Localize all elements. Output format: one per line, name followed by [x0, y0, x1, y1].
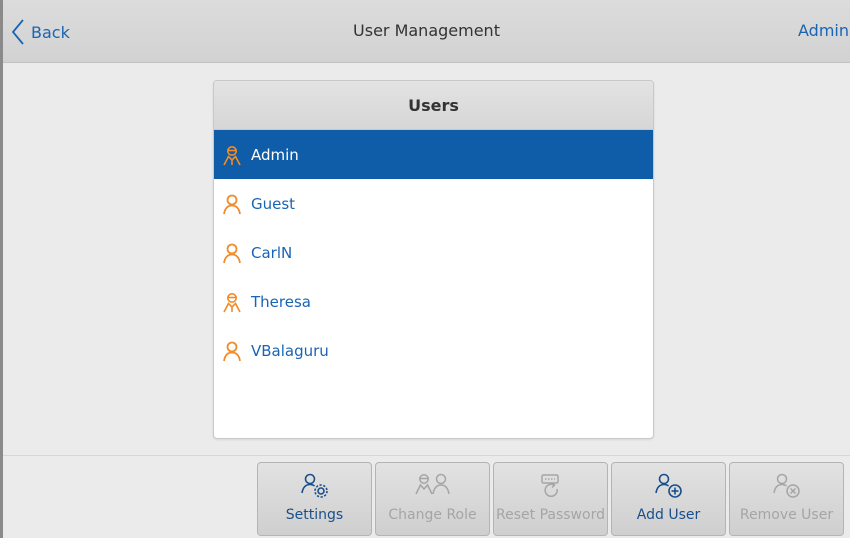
remove-user-label: Remove User: [739, 507, 834, 523]
user-icon: [221, 242, 243, 264]
settings-button[interactable]: Settings: [257, 462, 372, 536]
page-title: User Management: [353, 21, 500, 40]
user-icon: [221, 193, 243, 215]
reset-password-icon: [537, 471, 565, 501]
header-bar: Back User Management Admin: [3, 0, 850, 63]
footer-divider: [3, 455, 850, 456]
change-role-label: Change Role: [388, 507, 477, 523]
user-name: CarlN: [251, 243, 293, 262]
settings-label: Settings: [285, 507, 344, 523]
remove-user-icon: [772, 471, 802, 501]
add-user-icon: [654, 471, 684, 501]
reset-password-button[interactable]: Reset Password: [493, 462, 608, 536]
remove-user-button[interactable]: Remove User: [729, 462, 844, 536]
user-name: Admin: [251, 145, 299, 164]
toolbar: Settings Change Role Reset Password Add …: [257, 462, 844, 536]
user-name: VBalaguru: [251, 341, 329, 360]
add-user-label: Add User: [636, 507, 701, 523]
admin-user-icon: [221, 291, 243, 313]
window-frame-edge: [0, 0, 3, 538]
user-settings-icon: [300, 471, 330, 501]
users-panel: Users Admin Guest CarlN Theresa VBalagur…: [213, 80, 654, 439]
user-row-carln[interactable]: CarlN: [214, 228, 653, 277]
reset-password-label: Reset Password: [496, 507, 605, 523]
change-role-button[interactable]: Change Role: [375, 462, 490, 536]
user-icon: [221, 340, 243, 362]
user-row-vbalaguru[interactable]: VBalaguru: [214, 326, 653, 375]
current-user-link[interactable]: Admin: [798, 21, 850, 40]
user-name: Theresa: [251, 292, 311, 311]
change-role-icon: [414, 471, 452, 501]
users-panel-title: Users: [214, 81, 653, 130]
admin-user-icon: [221, 144, 243, 166]
user-name: Guest: [251, 194, 296, 213]
user-row-guest[interactable]: Guest: [214, 179, 653, 228]
add-user-button[interactable]: Add User: [611, 462, 726, 536]
user-row-admin[interactable]: Admin: [214, 130, 653, 179]
user-row-theresa[interactable]: Theresa: [214, 277, 653, 326]
